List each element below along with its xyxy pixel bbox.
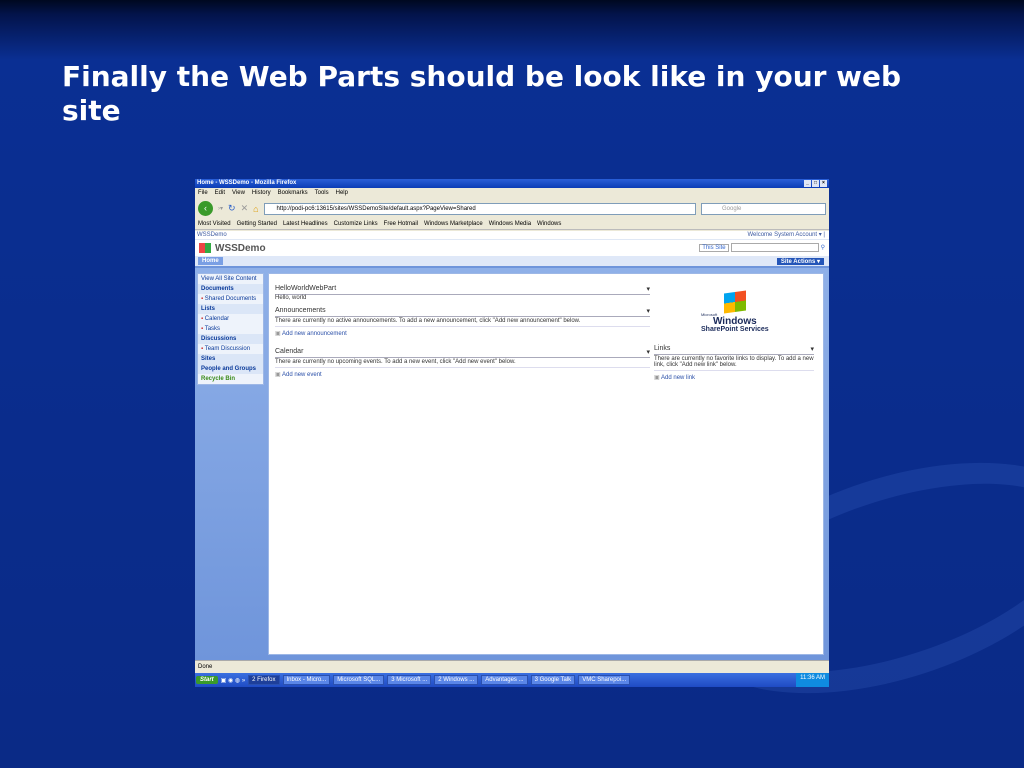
breadcrumb[interactable]: WSSDemo — [197, 231, 227, 239]
bookmark[interactable]: Latest Headlines — [283, 218, 328, 229]
taskbar-button[interactable]: 3 Microsoft ... — [387, 675, 432, 685]
taskbar-button[interactable]: VMC Sharepoi... — [578, 675, 631, 685]
calendar-webpart: Calendar ▾ There are currently no upcomin… — [275, 348, 650, 378]
taskbar-button[interactable]: Inbox - Micro... — [282, 675, 331, 685]
site-name[interactable]: WSSDemo — [215, 243, 266, 254]
hello-webpart: HelloWorldWebPart ▾ Hello, world — [275, 285, 650, 301]
logo-text: Windows — [712, 316, 757, 327]
bookmark[interactable]: Getting Started — [237, 218, 277, 229]
menu-file[interactable]: File — [198, 188, 208, 199]
system-tray-clock[interactable]: 11:36 AM — [796, 673, 829, 687]
bookmarks-toolbar: Most Visited Getting Started Latest Headli… — [195, 218, 829, 230]
taskbar-button[interactable]: 3 Google Talk — [530, 675, 576, 685]
nav-recycle-bin[interactable]: Recycle Bin — [198, 374, 263, 384]
status-bar: Done — [195, 660, 829, 673]
nav-tasks[interactable]: Tasks — [198, 324, 263, 334]
menu-history[interactable]: History — [252, 188, 271, 199]
wss-logo: Microsoft Windows SharePoint Services — [701, 290, 769, 333]
bookmark[interactable]: Windows Marketplace — [424, 218, 483, 229]
bookmark[interactable]: Windows Media — [489, 218, 531, 229]
nav-discussions[interactable]: Discussions — [198, 334, 263, 344]
announcements-webpart: Announcements ▾ There are currently no ac… — [275, 307, 650, 337]
taskbar: Start ▣ ◉ ◍ » 2 Firefox Inbox - Micro...… — [195, 673, 829, 687]
site-search-input[interactable] — [730, 243, 819, 252]
welcome-menu[interactable]: Welcome System Account ▾ | — [748, 231, 826, 239]
back-button[interactable]: ‹ — [198, 201, 213, 216]
links-webpart: Links ▾ There are currently no favorite l… — [654, 345, 814, 381]
menu-bar: File Edit View History Bookmarks Tools Help — [195, 188, 829, 199]
webpart-body: There are currently no upcoming events. … — [275, 358, 650, 368]
reload-icon[interactable]: ↻ — [228, 203, 236, 214]
stop-icon[interactable]: ✕ — [241, 203, 249, 214]
webpart-body: There are currently no active announceme… — [275, 317, 650, 327]
bookmark[interactable]: Customize Links — [334, 218, 378, 229]
taskbar-button[interactable]: 2 Windows ... — [434, 675, 479, 685]
webpart-title[interactable]: Calendar — [275, 348, 303, 356]
nav-view-all[interactable]: View All Site Content — [198, 274, 263, 284]
menu-help[interactable]: Help — [336, 188, 348, 199]
add-announcement-link[interactable]: Add new announcement — [275, 330, 650, 337]
window-title: Home - WSSDemo - Mozilla Firefox — [197, 180, 297, 186]
nav-team-discussion[interactable]: Team Discussion — [198, 344, 263, 354]
taskbar-button[interactable]: Microsoft SQL... — [333, 675, 385, 685]
minimize-button[interactable]: _ — [804, 180, 811, 187]
nav-calendar[interactable]: Calendar — [198, 314, 263, 324]
search-icon[interactable]: ⚲ — [821, 244, 825, 251]
menu-edit[interactable]: Edit — [215, 188, 225, 199]
menu-bookmarks[interactable]: Bookmarks — [278, 188, 308, 199]
nav-lists[interactable]: Lists — [198, 304, 263, 314]
webpart-body: There are currently no favorite links to… — [654, 355, 814, 371]
title-bar: Home - WSSDemo - Mozilla Firefox _ □ × — [195, 179, 829, 188]
add-event-link[interactable]: Add new event — [275, 371, 650, 378]
add-link-link[interactable]: Add new link — [654, 374, 814, 381]
taskbar-button[interactable]: Advantages ... — [481, 675, 528, 685]
home-icon[interactable]: ⌂ — [253, 204, 258, 214]
search-input[interactable]: Google — [701, 202, 826, 215]
webpart-menu-icon[interactable]: ▾ — [810, 345, 814, 353]
quick-launch-icons[interactable]: ▣ ◉ ◍ » — [221, 677, 245, 684]
webpart-menu-icon[interactable]: ▾ — [646, 307, 650, 315]
nav-documents[interactable]: Documents — [198, 284, 263, 294]
tab-home[interactable]: Home — [198, 257, 223, 265]
bookmark[interactable]: Free Hotmail — [384, 218, 418, 229]
start-button[interactable]: Start — [196, 676, 218, 684]
maximize-button[interactable]: □ — [812, 180, 819, 187]
main-content: HelloWorldWebPart ▾ Hello, world Announce… — [268, 273, 824, 655]
menu-view[interactable]: View — [232, 188, 245, 199]
site-actions-button[interactable]: Site Actions ▾ — [776, 258, 824, 265]
close-button[interactable]: × — [820, 180, 827, 187]
webpart-menu-icon[interactable]: ▾ — [646, 348, 650, 356]
site-logo-icon — [199, 243, 211, 253]
webpart-title: HelloWorldWebPart — [275, 285, 337, 292]
webpart-title[interactable]: Announcements — [275, 307, 326, 315]
webpart-menu-icon[interactable]: ▾ — [646, 285, 650, 293]
webpart-title[interactable]: Links — [654, 345, 670, 353]
browser-window: Home - WSSDemo - Mozilla Firefox _ □ × Fil… — [195, 179, 829, 687]
nav-shared-documents[interactable]: Shared Documents — [198, 294, 263, 304]
nav-sites[interactable]: Sites — [198, 354, 263, 364]
quick-launch: View All Site Content Documents Shared D… — [197, 273, 264, 385]
search-scope-select[interactable]: This Site — [699, 243, 729, 252]
taskbar-button[interactable]: 2 Firefox — [248, 675, 280, 685]
forward-button[interactable]: ›▾ — [218, 205, 223, 212]
logo-text: SharePoint Services — [701, 326, 769, 333]
address-bar[interactable]: http://podi-pc6:13615/sites/WSSDemoSite/… — [263, 202, 696, 215]
bookmark[interactable]: Most Visited — [198, 218, 231, 229]
sharepoint-page: WSSDemo Welcome System Account ▾ | WSSDem… — [195, 231, 829, 660]
windows-flag-icon — [723, 290, 746, 314]
slide-title: Finally the Web Parts should be look lik… — [62, 60, 902, 127]
menu-tools[interactable]: Tools — [315, 188, 329, 199]
webpart-body: Hello, world — [275, 295, 307, 301]
nav-people-groups[interactable]: People and Groups — [198, 364, 263, 374]
bookmark[interactable]: Windows — [537, 218, 561, 229]
navigation-toolbar: ‹ ›▾ ↻ ✕ ⌂ http://podi-pc6:13615/sites/W… — [195, 199, 829, 218]
